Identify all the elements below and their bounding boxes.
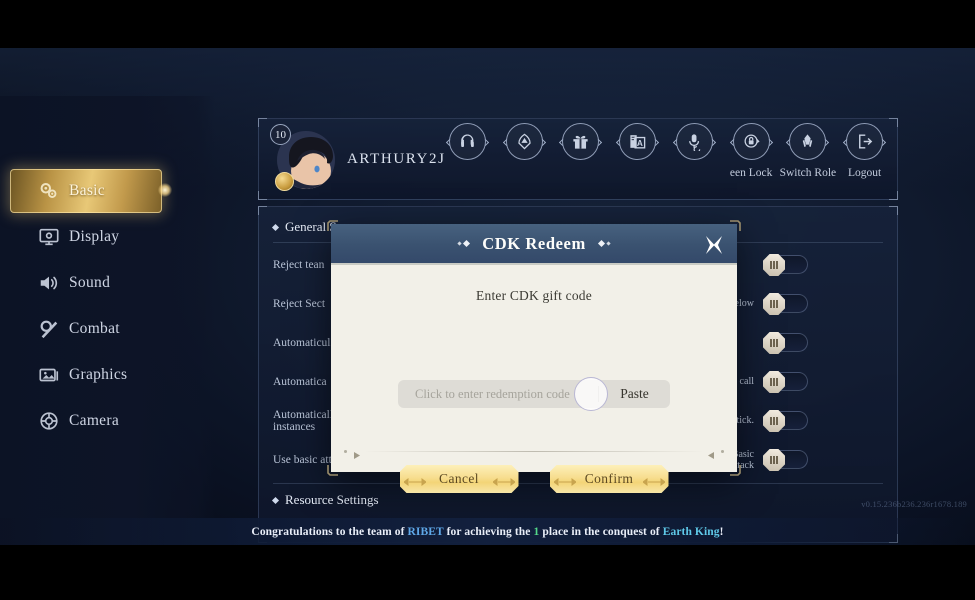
cancel-button[interactable]: Cancel <box>399 465 519 493</box>
banner-part1: Congratulations to the team of <box>251 525 408 538</box>
corner-ornament <box>729 464 741 476</box>
game-viewport: Basic Display Sound Combat Graphics Came… <box>0 48 975 545</box>
button-ornament-right <box>491 474 516 486</box>
arrow-ornament-left <box>352 447 361 459</box>
close-icon[interactable] <box>701 232 727 258</box>
banner-part4: ! <box>719 525 724 538</box>
modal-overlay: CDK Redeem Enter CDK gift code Paste <box>0 48 975 545</box>
corner-ornament <box>327 220 339 232</box>
announcement-text: Congratulations to the team of RIBET for… <box>251 526 723 538</box>
button-ornament-left <box>402 474 427 486</box>
cdk-input-row: Paste <box>398 380 670 408</box>
paste-button[interactable]: Paste <box>598 386 670 402</box>
game-screen: Basic Display Sound Combat Graphics Came… <box>0 0 975 600</box>
version-label: v0.15.236b236.236r1678.189 <box>861 499 967 509</box>
cdk-input[interactable] <box>398 386 598 402</box>
dialog-title: CDK Redeem <box>482 233 586 253</box>
confirm-button[interactable]: Confirm <box>549 465 669 493</box>
banner-team: RIBET <box>407 525 444 538</box>
dialog-buttons: Cancel Confirm <box>331 465 737 493</box>
cancel-label: Cancel <box>439 471 479 486</box>
banner-part2: for achieving the <box>443 525 534 538</box>
confirm-label: Confirm <box>584 471 634 486</box>
corner-ornament <box>327 464 339 476</box>
button-ornament-right <box>641 474 666 486</box>
banner-part3: place in the conquest of <box>539 525 663 538</box>
dialog-prompt: Enter CDK gift code <box>476 288 592 303</box>
banner-boss: Earth King <box>662 525 720 538</box>
cdk-redeem-dialog: CDK Redeem Enter CDK gift code Paste <box>327 220 741 493</box>
corner-ornament <box>729 220 741 232</box>
letterbox-bottom <box>0 545 975 600</box>
diamond-ornament-right <box>597 239 611 248</box>
dialog-body: Enter CDK gift code Paste <box>331 265 737 493</box>
dialog-header: CDK Redeem <box>331 224 737 265</box>
dialog-divider <box>344 450 724 459</box>
arrow-ornament-right <box>707 447 716 459</box>
button-ornament-left <box>552 474 577 486</box>
letterbox-top <box>0 0 975 48</box>
announcement-banner: Congratulations to the team of RIBET for… <box>0 518 975 545</box>
mouse-cursor <box>574 377 608 411</box>
diamond-ornament-left <box>457 239 471 248</box>
